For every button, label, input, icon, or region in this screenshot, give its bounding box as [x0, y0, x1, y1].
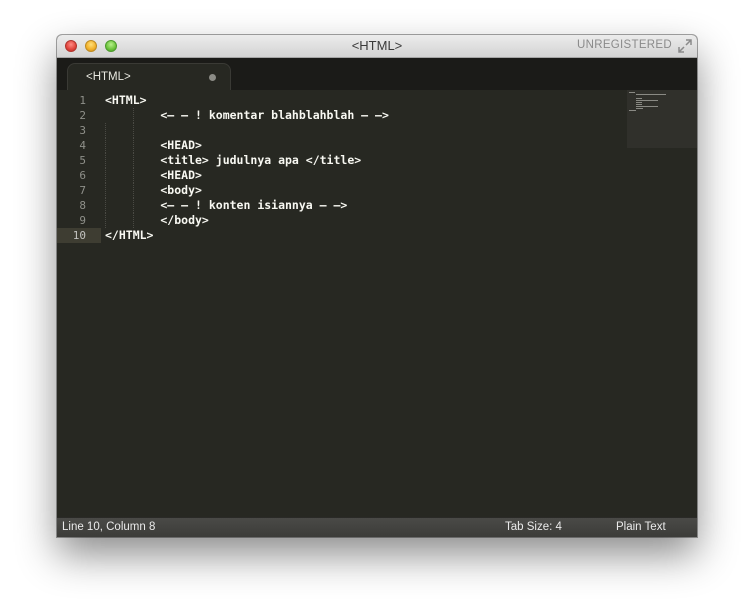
indent-guide [133, 153, 134, 168]
minimap[interactable] [627, 90, 697, 148]
tab-bar: <HTML> [57, 58, 697, 90]
line-number: 4 [79, 139, 86, 152]
indent-guide [105, 123, 106, 138]
syntax-button[interactable]: Plain Text [616, 521, 666, 533]
line-number: 7 [79, 184, 86, 197]
title-bar[interactable]: <HTML> UNREGISTERED [57, 35, 697, 58]
minimap-line [636, 102, 642, 103]
tab-size-button[interactable]: Tab Size: 4 [505, 521, 562, 533]
code-line[interactable]: <body> [105, 183, 625, 198]
line-number: 5 [79, 154, 86, 167]
indent-guide [133, 138, 134, 153]
minimap-line [629, 92, 635, 93]
unsaved-dot-icon[interactable] [209, 74, 216, 81]
code-line-text: <body> [105, 183, 202, 197]
code-text[interactable]: <HTML> <– – ! komentar blahblahblah – –>… [105, 93, 625, 243]
code-line[interactable]: </body> [105, 213, 625, 228]
status-bar: Line 10, Column 8 Tab Size: 4 Plain Text [57, 517, 697, 537]
minimap-line [636, 106, 658, 107]
unregistered-label: UNREGISTERED [577, 39, 672, 51]
indent-guide [133, 168, 134, 183]
minimap-line [636, 94, 666, 95]
code-line-text: <HEAD> [105, 168, 202, 182]
indent-guide [105, 138, 106, 153]
indent-guide [133, 123, 134, 138]
tab-label: <HTML> [86, 71, 131, 83]
indent-guide [105, 183, 106, 198]
cursor-position: Line 10, Column 8 [62, 521, 156, 533]
tab-html-file[interactable]: <HTML> [67, 63, 231, 90]
code-line[interactable]: </HTML> [105, 228, 625, 243]
code-line-text: <title> judulnya apa </title> [105, 153, 362, 167]
code-line[interactable]: <– – ! komentar blahblahblah – –> [105, 108, 625, 123]
code-line[interactable]: <HEAD> [105, 168, 625, 183]
line-number: 8 [79, 199, 86, 212]
code-line[interactable]: <title> judulnya apa </title> [105, 153, 625, 168]
indent-guide [133, 213, 134, 228]
line-number-gutter: 1 2 3 4 5 6 7 8 9 10 [57, 93, 101, 243]
line-number: 1 [79, 94, 86, 107]
indent-guide [133, 183, 134, 198]
editor-area[interactable]: 1 2 3 4 5 6 7 8 9 10 <HTML> <– – ! komen… [57, 90, 697, 517]
indent-guide [105, 153, 106, 168]
line-number: 6 [79, 169, 86, 182]
code-line-text: <– – ! komentar blahblahblah – –> [105, 108, 389, 122]
indent-guide [105, 198, 106, 213]
minimap-line [636, 100, 658, 101]
minimap-line [636, 108, 643, 109]
minimap-line [636, 98, 642, 99]
code-line-text: </body> [105, 213, 209, 227]
code-line[interactable]: <HEAD> [105, 138, 625, 153]
minimap-line [636, 104, 642, 105]
indent-guide [133, 198, 134, 213]
line-number: 9 [79, 214, 86, 227]
code-line[interactable]: <HTML> [105, 93, 625, 108]
code-line-text: <HEAD> [105, 138, 202, 152]
code-line[interactable]: <– – ! konten isiannya – –> [105, 198, 625, 213]
code-line-text: <– – ! konten isiannya – –> [105, 198, 348, 212]
minimap-line [629, 110, 636, 111]
line-number: 3 [79, 124, 86, 137]
indent-guide [133, 108, 134, 123]
indent-guide [105, 213, 106, 228]
line-number-active: 10 [57, 228, 101, 243]
line-number: 2 [79, 109, 86, 122]
code-line[interactable] [105, 123, 625, 138]
fullscreen-icon[interactable] [678, 39, 692, 53]
indent-guide [105, 168, 106, 183]
editor-window: <HTML> UNREGISTERED <HTML> 1 2 3 4 5 6 7… [57, 35, 697, 537]
